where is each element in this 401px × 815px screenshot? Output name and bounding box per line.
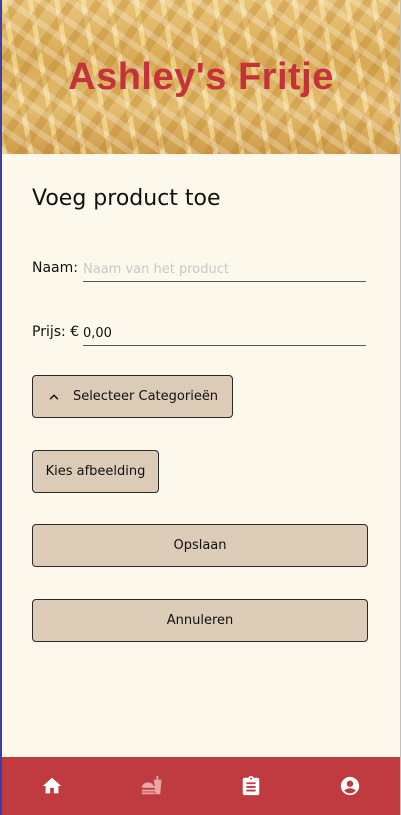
food-icon <box>142 775 162 795</box>
price-input[interactable] <box>83 318 366 346</box>
clipboard-icon <box>242 775 259 796</box>
chevron-up-icon <box>49 394 59 399</box>
add-product-form: Voeg product toe Naam: Prijs: € Selectee… <box>2 154 400 757</box>
select-categories-button[interactable]: Selecteer Categorieën <box>32 375 233 418</box>
name-input[interactable] <box>83 254 366 282</box>
nav-food[interactable] <box>121 766 181 806</box>
account-icon <box>341 776 360 796</box>
nav-account[interactable] <box>320 766 380 806</box>
page-title: Voeg product toe <box>32 186 221 211</box>
nav-orders[interactable] <box>221 766 281 806</box>
choose-image-button[interactable]: Kies afbeelding <box>32 450 159 493</box>
save-label: Opslaan <box>173 538 227 553</box>
price-label: Prijs: € <box>32 324 80 340</box>
cancel-button[interactable]: Annuleren <box>32 599 368 642</box>
save-button[interactable]: Opslaan <box>32 524 368 567</box>
cancel-label: Annuleren <box>166 613 234 628</box>
bottom-navigation <box>2 757 400 815</box>
select-categories-label: Selecteer Categorieën <box>72 389 219 404</box>
name-label: Naam: <box>32 260 78 276</box>
nav-home[interactable] <box>22 766 82 806</box>
home-icon <box>42 777 61 794</box>
name-field-row: Naam: <box>32 254 366 284</box>
app-title: Ashley's Fritje <box>68 56 334 98</box>
choose-image-label: Kies afbeelding <box>45 464 146 479</box>
price-field-row: Prijs: € <box>32 318 366 348</box>
header-banner: Ashley's Fritje <box>2 0 400 154</box>
